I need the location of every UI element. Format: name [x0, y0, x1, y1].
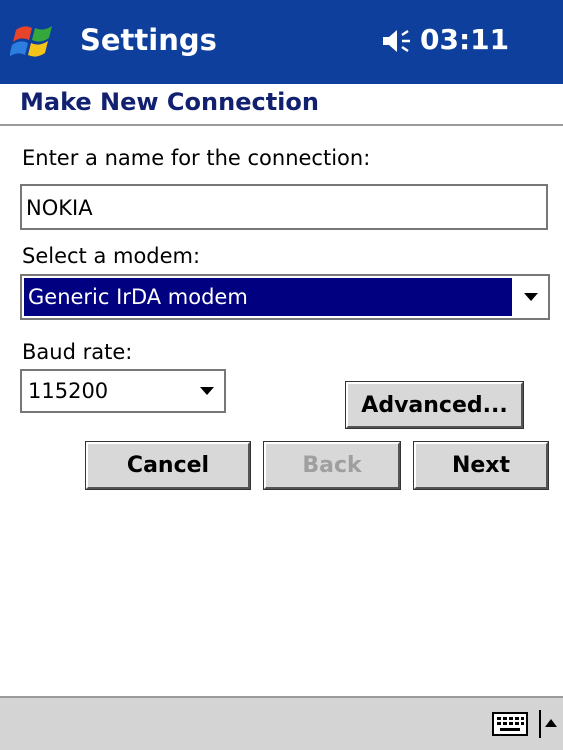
cancel-button[interactable]: Cancel — [85, 441, 251, 490]
title-bar: Settings 03:11 — [0, 0, 563, 84]
connection-name-label: Enter a name for the connection: — [22, 146, 371, 170]
advanced-button[interactable]: Advanced... — [345, 381, 524, 429]
chevron-down-icon[interactable] — [190, 371, 224, 411]
clock[interactable]: 03:11 — [420, 22, 509, 58]
baud-rate-value: 115200 — [28, 379, 109, 403]
keyboard-icon[interactable] — [492, 712, 528, 736]
app-title: Settings — [80, 23, 217, 57]
connection-name-input[interactable]: NOKIA — [20, 184, 548, 230]
next-button[interactable]: Next — [413, 441, 549, 490]
baud-rate-label: Baud rate: — [22, 340, 133, 364]
baud-rate-select[interactable]: 115200 — [20, 369, 226, 413]
page-title: Make New Connection — [20, 88, 319, 116]
windows-flag-icon[interactable] — [9, 16, 60, 66]
back-button[interactable]: Back — [263, 441, 401, 490]
modem-label: Select a modem: — [22, 244, 201, 268]
modem-value: Generic IrDA modem — [28, 285, 248, 309]
up-arrow-icon[interactable] — [538, 710, 558, 738]
title-divider — [0, 124, 563, 126]
connection-name-value: NOKIA — [26, 196, 93, 220]
modem-select[interactable]: Generic IrDA modem — [20, 274, 550, 320]
bottom-taskbar — [0, 696, 563, 750]
speaker-icon[interactable] — [382, 28, 412, 54]
chevron-down-icon[interactable] — [514, 276, 548, 318]
